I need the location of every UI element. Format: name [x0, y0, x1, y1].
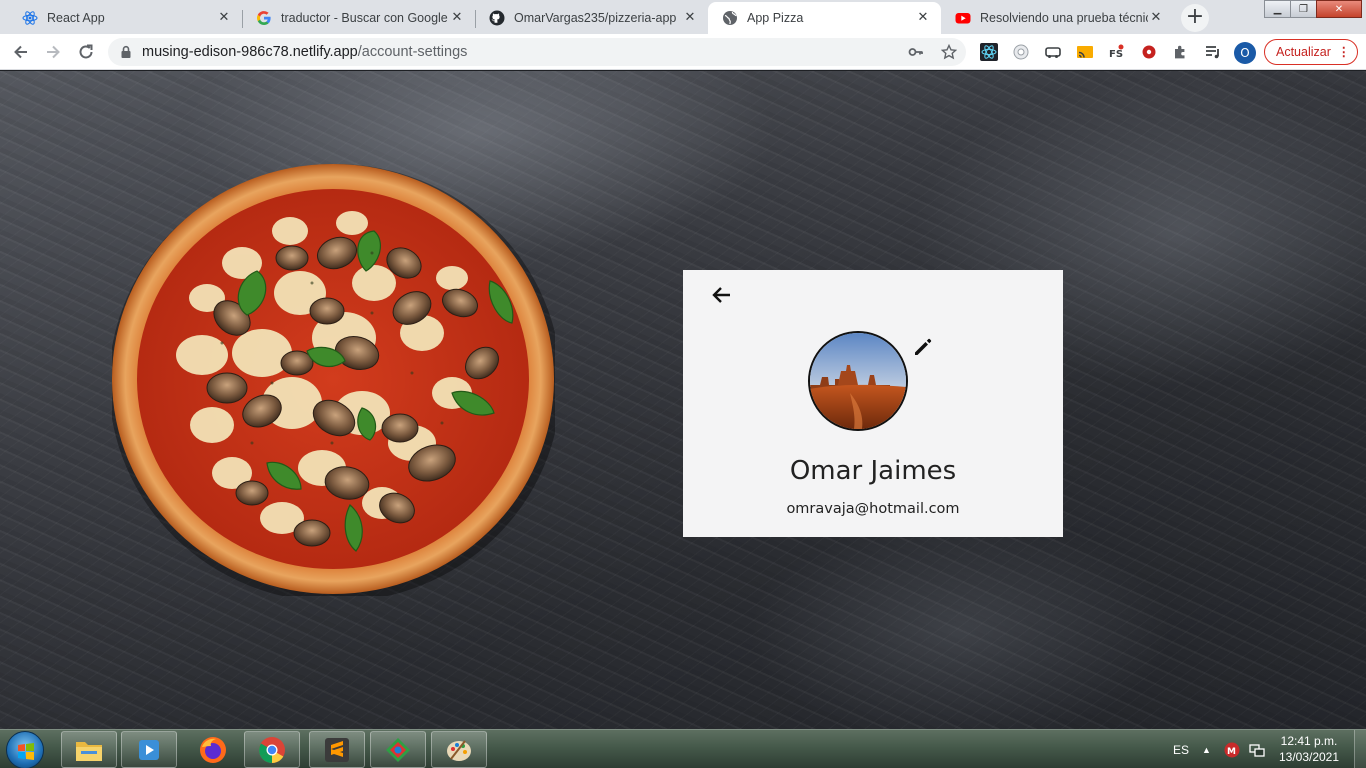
- tab-title: React App: [47, 11, 105, 25]
- close-tab-icon[interactable]: ✕: [682, 10, 698, 26]
- close-tab-icon[interactable]: ✕: [449, 10, 465, 26]
- profile-card: Omar Jaimes omravaja@hotmail.com: [683, 270, 1063, 537]
- back-button[interactable]: [709, 282, 735, 308]
- page-viewport: Omar Jaimes omravaja@hotmail.com: [0, 71, 1366, 729]
- network-tray-icon[interactable]: [1249, 730, 1265, 768]
- google-icon: [256, 10, 272, 26]
- svg-text:M: M: [1227, 747, 1236, 757]
- tab-google-search[interactable]: traductor - Buscar con Google ✕: [242, 2, 475, 34]
- taskbar-sublime[interactable]: [309, 731, 365, 768]
- update-label: Actualizar: [1276, 45, 1331, 59]
- new-tab-button[interactable]: +: [1181, 4, 1209, 32]
- firefox-icon: [200, 736, 226, 763]
- paint-palette-icon: [447, 739, 471, 761]
- url-host: musing-edison-986c78.netlify.app: [142, 44, 358, 60]
- system-clock[interactable]: 12:41 p.m. 13/03/2021: [1274, 733, 1344, 765]
- window-controls: ▁ ❐ ✕: [1264, 0, 1362, 18]
- tab-title: OmarVargas235/pizzeria-app: [514, 11, 677, 25]
- close-tab-icon[interactable]: ✕: [915, 10, 931, 26]
- tab-title: traductor - Buscar con Google: [281, 11, 448, 25]
- tab-react-app[interactable]: React App ✕: [8, 2, 242, 34]
- back-nav-button[interactable]: [8, 39, 34, 65]
- profile-avatar[interactable]: O: [1234, 42, 1256, 64]
- tab-title: App Pizza: [747, 11, 804, 25]
- url-text: musing-edison-986c78.netlify.app/account…: [142, 38, 467, 66]
- arrow-right-icon: [47, 45, 60, 59]
- tab-strip: React App ✕ traductor - Buscar con Googl…: [0, 0, 1366, 34]
- github-icon: [489, 10, 505, 26]
- key-icon[interactable]: [907, 43, 925, 61]
- update-button[interactable]: Actualizar ⋮: [1264, 39, 1358, 65]
- profile-name: Omar Jaimes: [789, 456, 957, 486]
- pencil-icon: [915, 338, 932, 355]
- clock-time: 12:41 p.m.: [1280, 734, 1338, 748]
- close-tab-icon[interactable]: ✕: [1148, 10, 1164, 26]
- tab-youtube[interactable]: Resolviendo una prueba técnica ✕: [941, 2, 1174, 34]
- record-extension-icon[interactable]: [1140, 43, 1158, 61]
- reload-icon: [79, 44, 93, 59]
- reload-button[interactable]: [73, 39, 99, 65]
- cast-icon[interactable]: [1076, 43, 1094, 61]
- show-desktop-button[interactable]: [1354, 730, 1366, 768]
- tab-title: Resolviendo una prueba técnica: [980, 11, 1148, 25]
- arrow-left-icon: [712, 287, 730, 303]
- tab-github[interactable]: OmarVargas235/pizzeria-app ✕: [475, 2, 708, 34]
- language-indicator[interactable]: ES: [1173, 730, 1189, 768]
- taskbar-gitkraken[interactable]: [370, 731, 426, 768]
- globe-icon: [722, 10, 738, 26]
- antivirus-tray-icon[interactable]: M: [1224, 730, 1240, 768]
- react-icon: [22, 10, 38, 26]
- edit-button[interactable]: [910, 334, 936, 360]
- taskbar-paint[interactable]: [431, 731, 487, 768]
- fs-extension-icon[interactable]: FS: [1108, 43, 1126, 61]
- media-queue-icon[interactable]: [1204, 43, 1222, 61]
- close-window-button[interactable]: ✕: [1316, 0, 1362, 18]
- maximize-button[interactable]: ❐: [1290, 0, 1317, 18]
- close-tab-icon[interactable]: ✕: [216, 10, 232, 26]
- react-devtools-icon[interactable]: [980, 43, 998, 61]
- extension-circle-icon[interactable]: [1012, 43, 1030, 61]
- lock-icon: [120, 45, 132, 62]
- browser-toolbar: musing-edison-986c78.netlify.app/account…: [0, 34, 1366, 70]
- language-label: ES: [1173, 742, 1190, 757]
- tray-expand-icon[interactable]: ▲: [1202, 730, 1211, 768]
- folder-icon: [76, 741, 102, 761]
- arrow-left-icon: [14, 45, 27, 59]
- url-path: /account-settings: [357, 44, 468, 60]
- profile-email: omravaja@hotmail.com: [786, 501, 960, 517]
- taskbar-chrome[interactable]: [244, 731, 300, 768]
- chrome-icon: [259, 736, 285, 763]
- puzzle-icon[interactable]: [1172, 43, 1190, 61]
- star-icon[interactable]: [940, 43, 958, 61]
- git-app-icon: [386, 737, 410, 762]
- address-bar[interactable]: musing-edison-986c78.netlify.app/account…: [108, 38, 966, 66]
- sublime-text-icon: [325, 737, 349, 762]
- taskbar-explorer[interactable]: [61, 731, 117, 768]
- start-button[interactable]: [6, 731, 44, 768]
- clock-date: 13/03/2021: [1278, 750, 1340, 764]
- youtube-icon: [955, 10, 971, 26]
- forward-nav-button[interactable]: [40, 39, 66, 65]
- vehicle-extension-icon[interactable]: [1044, 43, 1062, 61]
- media-player-icon: [139, 739, 159, 760]
- tab-app-pizza[interactable]: App Pizza ✕: [708, 2, 941, 34]
- kebab-menu-icon[interactable]: ⋮: [1338, 40, 1350, 64]
- pizza-image: [112, 164, 555, 596]
- avatar-desert-image: [810, 333, 906, 429]
- windows-taskbar: ES ▲ M 12:41 p.m. 13/03/2021: [0, 729, 1366, 768]
- avatar[interactable]: [808, 331, 908, 431]
- minimize-button[interactable]: ▁: [1264, 0, 1291, 18]
- svg-text:FS: FS: [1109, 49, 1123, 60]
- windows-logo-icon: [18, 743, 34, 760]
- taskbar-media-player[interactable]: [121, 731, 177, 768]
- taskbar-firefox[interactable]: [185, 731, 241, 768]
